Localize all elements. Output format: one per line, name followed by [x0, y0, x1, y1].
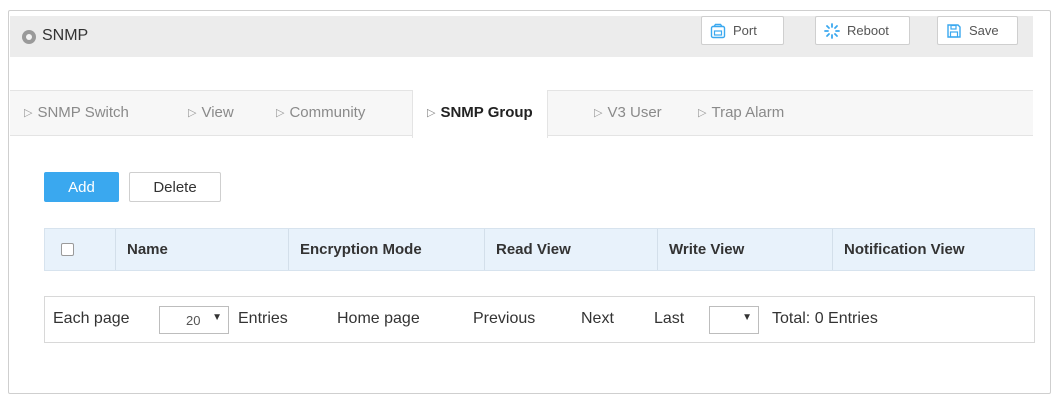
- page-size-select[interactable]: 20 ▼: [159, 306, 229, 334]
- tab-label: SNMP Switch: [37, 104, 129, 121]
- tab-label: Trap Alarm: [711, 104, 785, 121]
- tab-v3-user[interactable]: ▷ V3 User: [594, 91, 662, 135]
- page-size-value: 20: [186, 313, 201, 328]
- port-button-label: Port: [733, 23, 757, 38]
- table-header: Name Encryption Mode Read View Write Vie…: [44, 228, 1035, 271]
- tab-community[interactable]: ▷ Community: [276, 91, 365, 135]
- reboot-button-label: Reboot: [847, 23, 889, 38]
- chevron-right-icon: ▷: [24, 107, 33, 119]
- last-link[interactable]: Last: [654, 310, 684, 328]
- reboot-spinner-icon: [824, 22, 840, 39]
- select-all-cell: [45, 229, 115, 270]
- home-page-link[interactable]: Home page: [337, 310, 420, 328]
- chevron-right-icon: ▷: [427, 107, 436, 119]
- dropdown-arrow-icon: ▼: [742, 312, 752, 323]
- reboot-button[interactable]: Reboot: [815, 16, 910, 45]
- entries-label: Entries: [238, 310, 288, 327]
- chevron-right-icon: ▷: [594, 107, 603, 119]
- tab-label: Community: [289, 104, 366, 121]
- dropdown-arrow-icon: ▼: [212, 312, 222, 323]
- tab-bar: ▷ SNMP Switch ▷ View ▷ Community ▷ SNMP Grou…: [10, 90, 1033, 138]
- tab-snmp-group[interactable]: ▷ SNMP Group: [412, 90, 548, 138]
- column-header-encryption-mode[interactable]: Encryption Mode: [288, 229, 484, 270]
- column-header-name[interactable]: Name: [115, 229, 288, 270]
- next-link[interactable]: Next: [581, 310, 614, 328]
- tab-label: V3 User: [607, 104, 662, 121]
- port-button[interactable]: Port: [701, 16, 784, 45]
- tab-snmp-switch[interactable]: ▷ SNMP Switch: [24, 91, 129, 135]
- chevron-right-icon: ▷: [188, 107, 197, 119]
- add-button[interactable]: Add: [44, 172, 119, 202]
- save-floppy-icon: [946, 23, 962, 39]
- bullet-icon: [22, 30, 36, 44]
- chevron-right-icon: ▷: [698, 107, 707, 119]
- tab-trap-alarm[interactable]: ▷ Trap Alarm: [698, 91, 784, 135]
- save-button-label: Save: [969, 23, 999, 38]
- total-entries: Total: 0 Entries: [772, 310, 878, 327]
- column-header-read-view[interactable]: Read View: [484, 229, 657, 270]
- tab-view[interactable]: ▷ View: [188, 91, 234, 135]
- tab-label: View: [201, 104, 234, 121]
- pagination-bar: Each page 20 ▼ Entries Home page Previou…: [44, 296, 1035, 343]
- column-header-write-view[interactable]: Write View: [657, 229, 832, 270]
- delete-button[interactable]: Delete: [129, 172, 221, 202]
- each-page-label: Each page: [53, 310, 130, 327]
- previous-link[interactable]: Previous: [473, 310, 535, 328]
- column-header-notification-view[interactable]: Notification View: [832, 229, 1034, 270]
- select-all-checkbox[interactable]: [61, 243, 74, 256]
- save-button[interactable]: Save: [937, 16, 1018, 45]
- page-title: SNMP: [42, 27, 89, 44]
- tab-label: SNMP Group: [440, 104, 533, 121]
- page-number-select[interactable]: ▼: [709, 306, 759, 334]
- chevron-right-icon: ▷: [276, 107, 285, 119]
- port-icon: [710, 23, 726, 39]
